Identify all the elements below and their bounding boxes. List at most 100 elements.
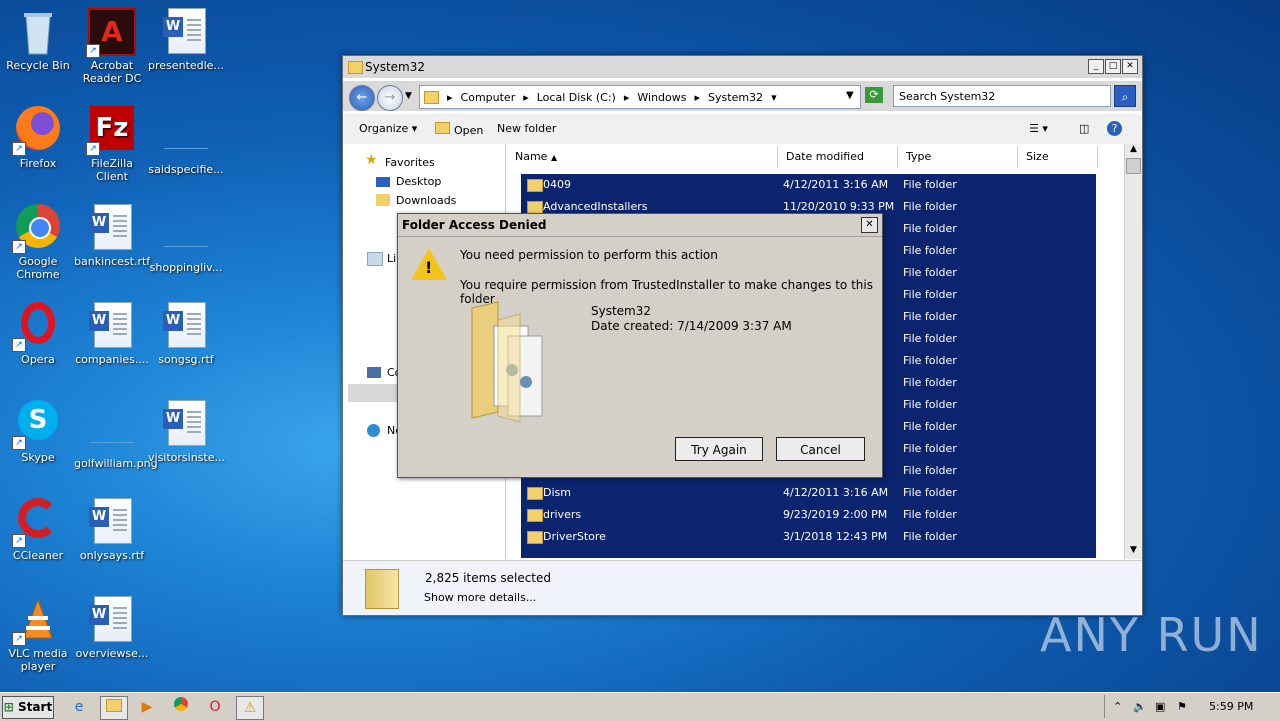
media-player-icon[interactable]: ▶ xyxy=(134,696,160,718)
row-date: 4/12/2011 3:16 AM xyxy=(783,486,889,499)
breadcrumb-item[interactable]: Local Disk (C:) xyxy=(537,91,616,104)
scroll-down-arrow-icon[interactable]: ▼ xyxy=(1125,545,1142,559)
chrome-icon: ↗ xyxy=(12,204,62,254)
column-header-type[interactable]: Type xyxy=(898,146,1018,168)
desktop-icon-visitorsinste[interactable]: W visitorsinste... xyxy=(148,400,225,464)
cancel-button[interactable]: Cancel xyxy=(776,437,865,461)
window-titlebar[interactable]: System32 _ □ ✕ xyxy=(343,56,1142,78)
scroll-thumb[interactable] xyxy=(1126,158,1141,174)
start-button[interactable]: ⊞ Start xyxy=(2,696,54,719)
row-type: File folder xyxy=(903,288,957,301)
desktop-icon-recycle-bin[interactable]: Recycle Bin xyxy=(0,8,76,72)
breadcrumb-item[interactable]: Computer xyxy=(461,91,516,104)
column-header-size[interactable]: Size xyxy=(1018,146,1098,168)
desktop-icon-label: Skype xyxy=(21,451,55,464)
desktop-icon-bankincest[interactable]: W bankincest.rtf xyxy=(74,204,150,268)
explorer-taskbar-icon[interactable] xyxy=(100,696,128,720)
back-button[interactable]: ← xyxy=(349,85,375,111)
breadcrumb[interactable]: ▸ Computer ▸ Local Disk (C:) ▸ Windows ▸… xyxy=(419,85,861,109)
breadcrumb-item[interactable]: Windows xyxy=(637,91,686,104)
table-row[interactable]: drivers 9/23/2019 2:00 PM File folder xyxy=(521,504,1096,526)
refresh-button[interactable]: ⟳ xyxy=(865,87,883,103)
breadcrumb-separator-icon: ▸ xyxy=(694,90,701,104)
desktop-icon-label: saidspecifie... xyxy=(148,163,224,176)
search-input[interactable]: Search System32 xyxy=(893,85,1111,107)
recent-pages-chevron-icon[interactable]: ▼ xyxy=(405,91,412,101)
table-row[interactable]: DriverStore 3/1/2018 12:43 PM File folder xyxy=(521,526,1096,548)
new-folder-button[interactable]: New folder xyxy=(497,122,556,135)
desktop-icon-firefox[interactable]: ↗ Firefox xyxy=(0,106,76,170)
desktop-icon-label: songsg.rtf xyxy=(158,353,214,366)
forward-button[interactable]: → xyxy=(377,85,403,111)
nav-local-disk-selected[interactable] xyxy=(348,384,398,402)
acrobat-icon: A ↗ xyxy=(86,8,136,58)
open-folder-icon xyxy=(435,122,450,134)
column-header-name[interactable]: Name ▲ xyxy=(507,146,778,168)
row-type: File folder xyxy=(903,530,957,543)
desktop-icon-label: shoppingliv... xyxy=(149,261,223,274)
opera-taskbar-icon[interactable]: O xyxy=(202,696,228,718)
desktop-icon-onlysays[interactable]: W onlysays.rtf xyxy=(74,498,150,562)
desktop-icon-companies[interactable]: W companies.... xyxy=(74,302,150,366)
nav-favorites[interactable]: Favorites xyxy=(385,156,435,169)
try-again-button[interactable]: Try Again xyxy=(675,437,763,461)
blank-file-icon xyxy=(88,406,136,454)
desktop-icon-vlc[interactable]: ↗ VLC media player xyxy=(0,596,76,673)
desktop-icon-golfwilliam[interactable]: golfwilliam.png xyxy=(74,400,158,470)
desktop-icon-songsg[interactable]: W songsg.rtf xyxy=(148,302,224,366)
desktop-icon-acrobat[interactable]: A ↗ Acrobat Reader DC xyxy=(74,8,150,85)
row-name: drivers xyxy=(543,508,582,521)
open-button[interactable]: Open xyxy=(435,122,483,137)
nav-desktop[interactable]: Desktop xyxy=(396,175,441,188)
organize-button[interactable]: Organize ▾ xyxy=(359,122,417,135)
chrome-taskbar-icon[interactable] xyxy=(168,696,194,718)
blank-file-icon xyxy=(162,112,210,160)
desktop-icon-ccleaner[interactable]: ↗ CCleaner xyxy=(0,498,76,562)
desktop-icon-opera[interactable]: ↗ Opera xyxy=(0,302,76,366)
scroll-up-arrow-icon[interactable]: ▲ xyxy=(1125,144,1142,158)
column-name-label: Name xyxy=(515,150,548,163)
dialog-close-button[interactable]: ✕ xyxy=(861,217,878,233)
column-header-date[interactable]: Date modified xyxy=(778,146,898,168)
view-options-icon[interactable]: ☰ ▾ xyxy=(1029,122,1048,135)
minimize-button[interactable]: _ xyxy=(1088,59,1104,74)
breadcrumb-item[interactable]: System32 xyxy=(708,91,763,104)
word-document-icon: W xyxy=(88,302,136,350)
close-button[interactable]: ✕ xyxy=(1122,59,1138,74)
maximize-button[interactable]: □ xyxy=(1105,59,1121,74)
folder-date-created: Date created: 7/14/2009 3:37 AM xyxy=(591,319,792,333)
vertical-scrollbar[interactable]: ▲ ▼ xyxy=(1124,144,1142,559)
desktop-icon-overviewse[interactable]: W overviewse... xyxy=(74,596,150,660)
address-bar-row: ← → ▼ ▸ Computer ▸ Local Disk (C:) ▸ Win… xyxy=(343,81,1142,111)
desktop-icon-label: onlysays.rtf xyxy=(79,549,145,562)
desktop-icon-filezilla[interactable]: Fz ↗ FileZilla Client xyxy=(74,106,150,183)
desktop-icon-skype[interactable]: S ↗ Skype xyxy=(0,400,76,464)
show-hidden-icons-icon[interactable]: ⌃ xyxy=(1113,695,1122,718)
network-tray-icon[interactable]: ▣ xyxy=(1155,695,1165,718)
nav-downloads[interactable]: Downloads xyxy=(396,194,456,207)
word-document-icon: W xyxy=(162,400,210,448)
table-row[interactable]: Dism 4/12/2011 3:16 AM File folder xyxy=(521,482,1096,504)
internet-explorer-icon[interactable]: e xyxy=(66,696,92,718)
row-date: 4/12/2011 3:16 AM xyxy=(783,178,889,191)
search-icon[interactable]: ⌕ xyxy=(1114,85,1136,107)
clock[interactable]: 5:59 PM xyxy=(1209,695,1253,718)
desktop-icon-label: visitorsinste... xyxy=(148,451,225,464)
folder-icon xyxy=(527,487,543,500)
desktop-icon-saidspecifie[interactable]: saidspecifie... xyxy=(148,106,224,176)
help-icon[interactable]: ? xyxy=(1107,121,1122,136)
volume-icon[interactable]: 🔈 xyxy=(1133,695,1147,718)
windows-logo-icon: ⊞ xyxy=(3,700,14,714)
desktop-icon-presentedle[interactable]: W presentedle... xyxy=(148,8,224,72)
breadcrumb-separator-icon: ▸ xyxy=(447,90,453,104)
action-center-flag-icon[interactable]: ⚑ xyxy=(1177,695,1187,718)
firefox-icon: ↗ xyxy=(12,106,62,156)
desktop-icon-chrome[interactable]: ↗ Google Chrome xyxy=(0,204,76,281)
warning-taskbar-icon[interactable]: ⚠ xyxy=(236,696,264,720)
breadcrumb-dropdown-icon[interactable]: ▾ xyxy=(771,91,777,104)
show-more-details-link[interactable]: Show more details... xyxy=(424,591,536,604)
desktop-icon-shoppingliv[interactable]: shoppingliv... xyxy=(148,204,224,274)
preview-pane-icon[interactable]: ◫ xyxy=(1079,122,1089,135)
table-row[interactable]: 0409 4/12/2011 3:16 AM File folder xyxy=(521,174,1096,196)
address-dropdown-icon[interactable]: ▼ xyxy=(846,90,854,101)
